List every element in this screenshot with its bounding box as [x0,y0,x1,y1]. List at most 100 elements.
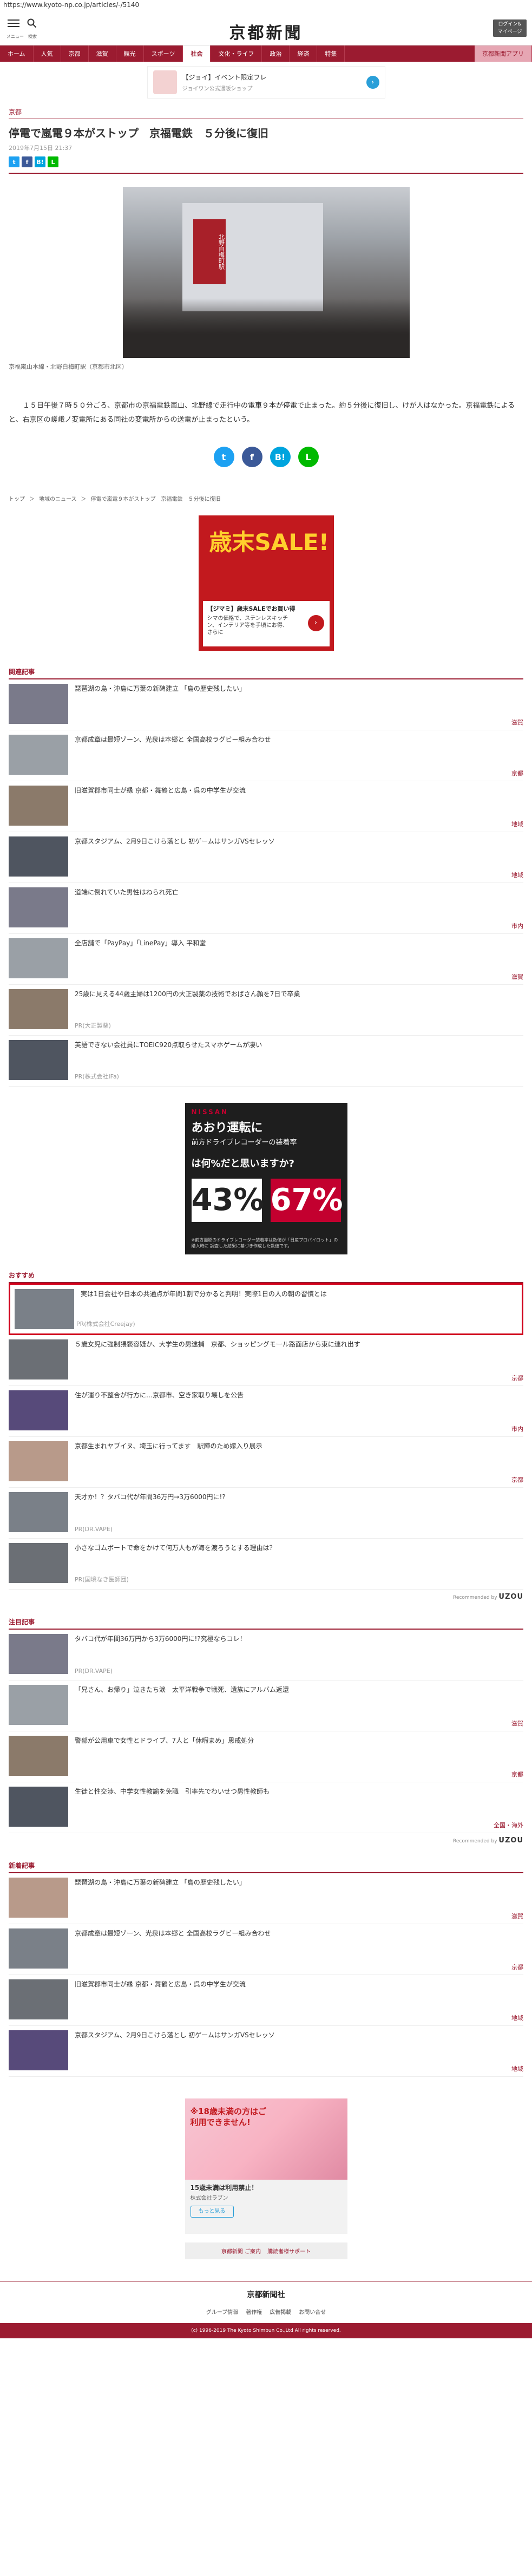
article-photo[interactable]: 北野白梅町駅 [122,187,410,358]
list-item[interactable]: 天才か！？タバコ代が年間36万円→3万6000円に!? PR(DR.VAPE) [9,1488,523,1539]
item-thumbnail[interactable] [9,1928,68,1969]
twitter-icon[interactable]: t [9,156,19,167]
nav-item-app[interactable]: 京都新聞アプリ [475,45,532,62]
nav-item[interactable]: 社会 [183,45,211,62]
article-category[interactable]: 京都 [9,103,523,119]
nav-item[interactable]: 観光 [116,45,144,62]
footer-link[interactable]: グループ情報 [206,2307,238,2316]
ad-more-button[interactable]: もっと見る [190,2206,234,2218]
item-thumbnail[interactable] [9,2030,68,2070]
item-thumbnail[interactable] [9,1685,68,1725]
facebook-icon[interactable]: f [22,156,32,167]
item-title[interactable]: 生徒と性交渉、中学女性教諭を免職 引率先でわいせつ男性教師も [75,1787,270,1828]
support-link[interactable]: 購読者様サポート [267,2247,311,2255]
item-thumbnail[interactable] [9,1390,68,1430]
list-item[interactable]: 25歳に見える44歳主婦は1200円の大正製薬の技術でおばさん顔を7日で卒業 PR… [9,985,523,1036]
item-thumbnail[interactable] [15,1289,74,1329]
nav-item[interactable]: 滋賀 [89,45,116,62]
list-item[interactable]: ５歳女児に強制猥褻容疑か、大学生の男逮捕 京都、ショッピングモール路面店から東に… [9,1335,523,1386]
category-tag[interactable]: 京都 [511,1963,523,1971]
category-tag[interactable]: 滋賀 [511,1719,523,1728]
nav-item[interactable]: スポーツ [144,45,183,62]
category-tag[interactable]: 地域 [511,820,523,828]
item-title[interactable]: 京都成章は最短ゾーン、光泉は本郷と 全国高校ラグビー組み合わせ [75,1928,271,1970]
category-tag[interactable]: 地域 [511,2013,523,2022]
item-thumbnail[interactable] [9,938,68,978]
item-thumbnail[interactable] [9,786,68,826]
ad-arrow-icon[interactable]: › [366,76,379,89]
list-item[interactable]: 警部が公用車で女性とドライブ、7人と「休暇まめ」思戒処分京都 [9,1731,523,1782]
ad-sale[interactable]: 歳末SALE! 【ジマミ】歳末SALEでお買い得 シマの価格で、ステンレスキッチ… [198,515,334,651]
item-thumbnail[interactable] [9,1736,68,1776]
category-tag[interactable]: 京都 [511,1374,523,1382]
twitter-icon[interactable]: t [213,447,234,467]
ad-bottom[interactable]: ※18歳未満の方はご利用できません! 15歳未満は利用禁止！ 株式会社ラブン も… [185,2098,347,2234]
item-title[interactable]: 京都成章は最短ゾーン、光泉は本郷と 全国高校ラグビー組み合わせ [75,735,271,776]
category-tag[interactable]: 市内 [511,1424,523,1433]
item-thumbnail[interactable] [9,1634,68,1674]
list-item[interactable]: 全店舗で「PayPay」「LinePay」導入 平和堂 滋賀 [9,934,523,985]
item-title[interactable]: 琵琶湖の島・沖島に万葉の新碑建立 「島の歴史残したい」 [75,1878,246,1919]
footer-logo[interactable]: 京都新聞社 [0,2289,532,2300]
item-title[interactable]: ５歳女児に強制猥褻容疑か、大学生の男逮捕 京都、ショッピングモール路面店から東に… [75,1339,360,1381]
item-title[interactable]: 警部が公用車で女性とドライブ、7人と「休暇まめ」思戒処分 [75,1736,254,1777]
item-thumbnail[interactable] [9,684,68,724]
footer-link[interactable]: お問い合せ [299,2307,326,2316]
item-title[interactable]: 京都生まれヤブイヌ、埼玉に行ってます 駅陣のため嫁入り展示 [75,1441,262,1483]
nav-item[interactable]: 文化・ライフ [211,45,262,62]
list-item[interactable]: 京都生まれヤブイヌ、埼玉に行ってます 駅陣のため嫁入り展示京都 [9,1437,523,1488]
category-tag[interactable]: 滋賀 [511,972,523,981]
nav-item[interactable]: 経済 [290,45,318,62]
item-title[interactable]: 住が運り不整合が行方に…京都市、空き家取り壊しを公告 [75,1390,244,1432]
category-tag[interactable]: 全国・海外 [494,1821,523,1829]
nav-item[interactable]: 人気 [34,45,61,62]
item-thumbnail[interactable] [9,735,68,775]
recommended-by[interactable]: Recommended by UZOU [9,1836,523,1845]
breadcrumb-item[interactable]: トップ [9,494,25,502]
item-thumbnail[interactable] [9,836,68,877]
item-title[interactable]: 琵琶湖の島・沖島に万葉の新碑建立 「島の歴史残したい」 [75,684,246,725]
item-thumbnail[interactable] [9,1040,68,1080]
item-title[interactable]: 旧滋賀郡市同士が縁 京都・舞鶴と広島・呉の中学生が交流 [75,786,246,827]
category-tag[interactable]: 滋賀 [511,718,523,727]
ad-banner-top[interactable]: 【ジョイ】イベント限定フレ ジョイワン公式通販ショップ › [147,66,385,99]
list-item[interactable]: 住が運り不整合が行方に…京都市、空き家取り壊しを公告市内 [9,1386,523,1437]
line-icon[interactable]: L [48,156,58,167]
line-icon[interactable]: L [298,447,319,467]
nav-item[interactable]: 京都 [61,45,89,62]
item-title[interactable]: 「兄さん、お帰り」泣きたち涙 太平洋戦争で戦死、遺族にアルバム返還 [75,1685,289,1727]
item-title[interactable]: 京都スタジアム、2月9日こけら落とし 初ゲームはサンガVSセレッソ [75,836,275,878]
breadcrumb-item[interactable]: 停電で嵐電９本がストップ 京福電鉄 ５分後に復旧 [91,494,221,502]
list-item[interactable]: 実は1日会社や日本の共通点が年間1割で分かると判明！実際1日の人の朝の習慣とは P… [9,1283,523,1335]
item-thumbnail[interactable] [9,1878,68,1918]
nav-item[interactable]: 政治 [262,45,290,62]
category-tag[interactable]: 市内 [511,921,523,930]
login-button[interactable]: ログイン& マイページ [493,19,527,37]
category-tag[interactable]: 滋賀 [511,1912,523,1920]
category-tag[interactable]: 京都 [511,1770,523,1779]
hatena-icon[interactable]: B! [270,447,291,467]
category-tag[interactable]: 京都 [511,769,523,777]
hatena-icon[interactable]: B! [35,156,45,167]
nav-item[interactable]: 特集 [317,45,345,62]
category-tag[interactable]: 京都 [511,1475,523,1484]
list-item[interactable]: タバコ代が年間36万円から3万6000円に!?究極ならコレ！ PR(DR.VAPE… [9,1630,523,1681]
footer-link[interactable]: 広告掲載 [270,2307,291,2316]
list-item[interactable]: 「兄さん、お帰り」泣きたち涙 太平洋戦争で戦死、遺族にアルバム返還滋賀 [9,1681,523,1731]
ad-nissan[interactable]: NISSAN あおり運転に 前方ドライブレコーダーの装着率 は何%だと思いますか… [185,1103,347,1254]
list-item[interactable]: 旧滋賀郡市同士が縁 京都・舞鶴と広島・呉の中学生が交流地域 [9,1975,523,2026]
item-thumbnail[interactable] [9,1787,68,1827]
list-item[interactable]: 琵琶湖の島・沖島に万葉の新碑建立 「島の歴史残したい」滋賀 [9,1873,523,1924]
category-tag[interactable]: 地域 [511,2064,523,2073]
item-title[interactable]: 京都スタジアム、2月9日こけら落とし 初ゲームはサンガVSセレッソ [75,2030,275,2072]
list-item[interactable]: 京都成章は最短ゾーン、光泉は本郷と 全国高校ラグビー組み合わせ京都 [9,1924,523,1975]
item-title[interactable]: 旧滋賀郡市同士が縁 京都・舞鶴と広島・呉の中学生が交流 [75,1979,246,2021]
item-thumbnail[interactable] [9,1979,68,2019]
footer-link[interactable]: 著作権 [246,2307,262,2316]
browser-url[interactable]: https://www.kyoto-np.co.jp/articles/-/51… [0,0,532,12]
list-item[interactable]: 京都スタジアム、2月9日こけら落とし 初ゲームはサンガVSセレッソ 地域 [9,832,523,883]
ad-arrow-icon[interactable]: › [307,615,324,631]
item-thumbnail[interactable] [9,887,68,927]
list-item[interactable]: 道端に倒れていた男性はねられ死亡 市内 [9,883,523,934]
list-item[interactable]: 京都スタジアム、2月9日こけら落とし 初ゲームはサンガVSセレッソ地域 [9,2026,523,2077]
